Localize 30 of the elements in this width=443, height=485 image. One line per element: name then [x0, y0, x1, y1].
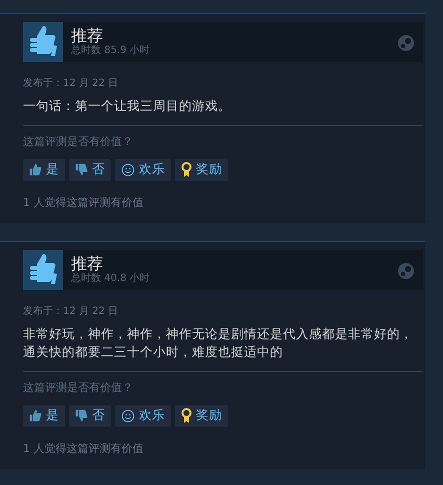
thumbs-up-icon: [23, 250, 63, 290]
award-button[interactable]: 奖励: [175, 404, 228, 426]
thumbs-up-icon: [29, 409, 42, 422]
vote-button[interactable]: 否: [69, 404, 111, 426]
review-text: 一句话：第一个让我三周目的游戏。: [23, 97, 232, 115]
vote-button[interactable]: 欢乐: [115, 404, 171, 426]
playtime-text: 总时数 40.8 小时: [71, 273, 151, 285]
vote-button[interactable]: 是: [23, 158, 65, 180]
helpful-question: 这篇评测是否有价值？: [23, 134, 134, 150]
review-text: 非常好玩，神作，神作，神作无论是剧情还是代入感都是非常好的，通关快的都要二三十个小时，难度也挺适中的: [23, 325, 414, 361]
playtime-text: 总时数 85.9 小时: [71, 45, 151, 57]
smiley-icon: [121, 162, 135, 176]
vote-button[interactable]: 否: [69, 158, 111, 180]
vote-button[interactable]: 欢乐: [115, 158, 171, 180]
award-icon: [181, 408, 192, 423]
vote-button[interactable]: 是: [23, 404, 65, 426]
thumbs-up-icon: [23, 22, 63, 62]
helpful-count: 1 人觉得这篇评测有价值: [23, 194, 144, 210]
post-date: 发布于：12 月 22 日: [23, 305, 119, 319]
thumbs-down-icon: [75, 409, 88, 422]
post-date: 发布于：12 月 22 日: [23, 77, 119, 91]
verdict-title: 推荐: [71, 255, 104, 273]
award-icon: [181, 162, 192, 177]
smiley-icon: [121, 408, 135, 422]
award-button[interactable]: 奖励: [175, 158, 228, 180]
thumbs-down-icon: [75, 163, 88, 176]
helpful-question: 这篇评测是否有价值？: [23, 380, 134, 396]
thumbs-up-icon: [29, 163, 42, 176]
helpful-count: 1 人觉得这篇评测有价值: [23, 440, 144, 456]
verdict-title: 推荐: [71, 27, 104, 45]
